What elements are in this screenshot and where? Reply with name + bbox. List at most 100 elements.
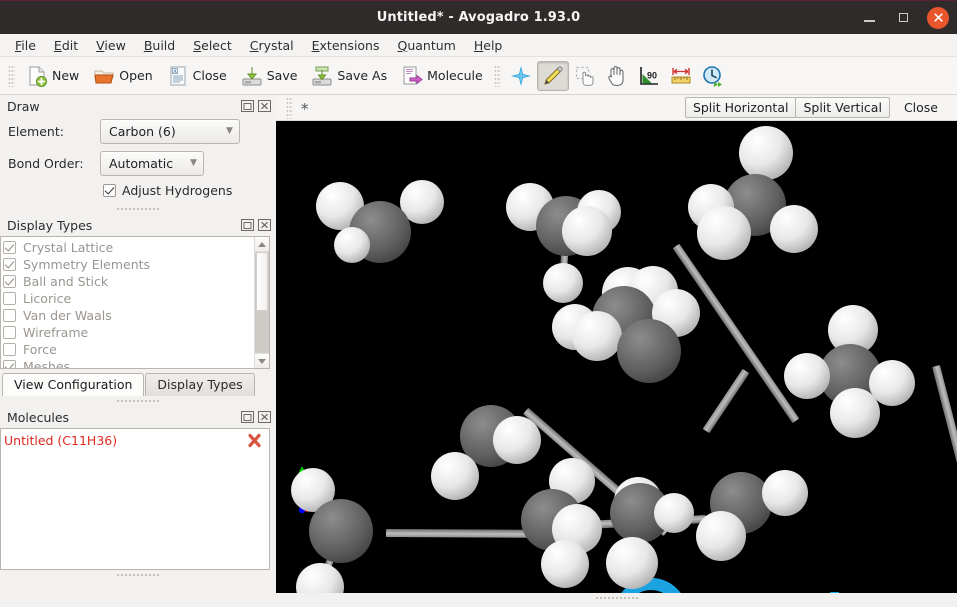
hydrogen-atom — [762, 470, 808, 516]
menu-crystal[interactable]: Crystal — [241, 36, 303, 55]
scrollbar-track[interactable] — [255, 252, 269, 353]
adjust-hydrogens-row[interactable]: Adjust Hydrogens — [103, 183, 270, 198]
menu-edit[interactable]: Edit — [45, 36, 87, 55]
tab-view-configuration[interactable]: View Configuration — [2, 373, 145, 396]
bottom-splitter-handle[interactable] — [115, 571, 161, 579]
save-button[interactable]: Save — [234, 61, 305, 91]
molecule-button[interactable]: Molecule — [394, 61, 490, 91]
main-toolbar: New Open A Close Save Save As Molecule 9… — [0, 57, 957, 95]
view-toolbar-grip[interactable] — [286, 96, 293, 119]
svg-text:90: 90 — [647, 70, 657, 80]
display-type-item[interactable]: Van der Waals — [3, 307, 254, 324]
display-type-label: Licorice — [23, 291, 72, 306]
save-icon — [242, 66, 262, 85]
display-type-checkbox[interactable] — [3, 343, 16, 356]
molecule-row[interactable]: Untitled (C11H36) — [1, 431, 269, 450]
selection-tool-button[interactable] — [569, 61, 601, 91]
menu-build[interactable]: Build — [135, 36, 184, 55]
close-panel-icon — [258, 100, 271, 112]
display-types-close-button[interactable] — [257, 218, 272, 232]
dock-splitter-handle[interactable] — [115, 205, 161, 213]
new-button[interactable]: New — [19, 61, 86, 91]
display-types-float-button[interactable] — [240, 218, 255, 232]
hydrogen-atom — [431, 452, 479, 500]
auto-optimize-tool-button[interactable] — [505, 61, 537, 91]
draw-tool-button[interactable] — [536, 60, 569, 91]
close-document-icon: A — [170, 66, 186, 85]
element-row: Element: Carbon (6) ▼ — [8, 119, 270, 144]
maximize-button[interactable] — [893, 8, 913, 28]
hydrogen-atom — [697, 206, 751, 260]
display-type-checkbox[interactable] — [3, 292, 16, 305]
minimize-button[interactable] — [859, 8, 879, 28]
menu-quantum[interactable]: Quantum — [389, 36, 465, 55]
display-types-listbox[interactable]: Crystal Lattice Symmetry Elements Ball and… — [1, 237, 254, 368]
display-type-checkbox[interactable] — [3, 241, 16, 254]
display-type-item[interactable]: Crystal Lattice — [3, 239, 254, 256]
menu-extensions[interactable]: Extensions — [303, 36, 389, 55]
display-type-label: Symmetry Elements — [23, 257, 151, 272]
element-combo[interactable]: Carbon (6) ▼ — [100, 119, 240, 144]
display-type-item[interactable]: Ball and Stick — [3, 273, 254, 290]
carbon-atom — [309, 499, 373, 563]
molecules-close-button[interactable] — [257, 410, 272, 424]
display-types-scrollbar[interactable] — [254, 237, 269, 368]
tools-toolbar-grip[interactable] — [493, 64, 501, 87]
animation-tool-button[interactable] — [697, 61, 729, 91]
toolbar-grip[interactable] — [8, 64, 15, 87]
display-type-item[interactable]: Force — [3, 341, 254, 358]
menu-select[interactable]: Select — [184, 36, 241, 55]
bond-order-combo[interactable]: Automatic ▼ — [100, 151, 204, 176]
molecules-list[interactable]: Untitled (C11H36) — [0, 428, 270, 570]
close-button[interactable] — [927, 6, 949, 29]
close-panel-icon — [258, 411, 271, 423]
delete-x-icon — [248, 433, 261, 447]
open-button[interactable]: Open — [86, 61, 159, 91]
display-type-item[interactable]: Symmetry Elements — [3, 256, 254, 273]
molecular-bond — [932, 365, 957, 522]
new-file-icon — [29, 66, 47, 87]
modified-marker: * — [301, 100, 309, 118]
menu-file[interactable]: File — [6, 36, 45, 55]
hydrogen-atom — [334, 227, 370, 263]
close-document-button[interactable]: A Close — [160, 61, 234, 91]
pencil-icon — [543, 65, 563, 85]
tab-display-types[interactable]: Display Types — [145, 373, 255, 396]
save-as-button[interactable]: Save As — [304, 61, 394, 91]
split-horizontal-button[interactable]: Split Horizontal — [684, 97, 797, 118]
molecule-delete-button[interactable] — [247, 433, 263, 449]
chevron-down-icon: ▼ — [226, 126, 233, 136]
split-vertical-button[interactable]: Split Vertical — [795, 97, 890, 118]
molecular-3d-view[interactable]: onnect — [276, 121, 957, 593]
hydrogen-atom — [770, 205, 818, 253]
molecules-splitter-handle[interactable] — [115, 397, 161, 405]
display-type-label: Meshes — [23, 359, 71, 368]
draw-close-button[interactable] — [257, 99, 272, 113]
display-type-checkbox[interactable] — [3, 275, 16, 288]
scroll-up-button[interactable] — [255, 237, 269, 252]
navigate-tool-button[interactable] — [601, 61, 633, 91]
hydrogen-atom — [543, 263, 583, 303]
display-type-checkbox[interactable] — [3, 326, 16, 339]
molecules-float-button[interactable] — [240, 410, 255, 424]
menu-help[interactable]: Help — [465, 36, 512, 55]
menu-view[interactable]: View — [87, 36, 135, 55]
scrollbar-thumb[interactable] — [256, 252, 268, 311]
display-type-checkbox[interactable] — [3, 360, 16, 368]
display-type-item[interactable]: Meshes — [3, 358, 254, 368]
close-view-button[interactable]: Close — [889, 97, 953, 118]
scroll-down-button[interactable] — [255, 353, 269, 368]
hydrogen-atom — [654, 493, 694, 533]
window-controls — [859, 1, 949, 34]
display-type-checkbox[interactable] — [3, 309, 16, 322]
chevron-up-icon — [258, 241, 266, 247]
adjust-hydrogens-checkbox[interactable] — [103, 184, 116, 197]
draw-float-button[interactable] — [240, 99, 255, 113]
display-type-item[interactable]: Wireframe — [3, 324, 254, 341]
save-as-icon — [312, 66, 332, 85]
display-type-item[interactable]: Licorice — [3, 290, 254, 307]
measure-angle-tool-button[interactable]: 90 — [633, 61, 665, 91]
molecules-dock: Molecules Untitled (C11H36) — [0, 406, 276, 570]
measure-distance-tool-button[interactable] — [665, 61, 697, 91]
display-type-checkbox[interactable] — [3, 258, 16, 271]
